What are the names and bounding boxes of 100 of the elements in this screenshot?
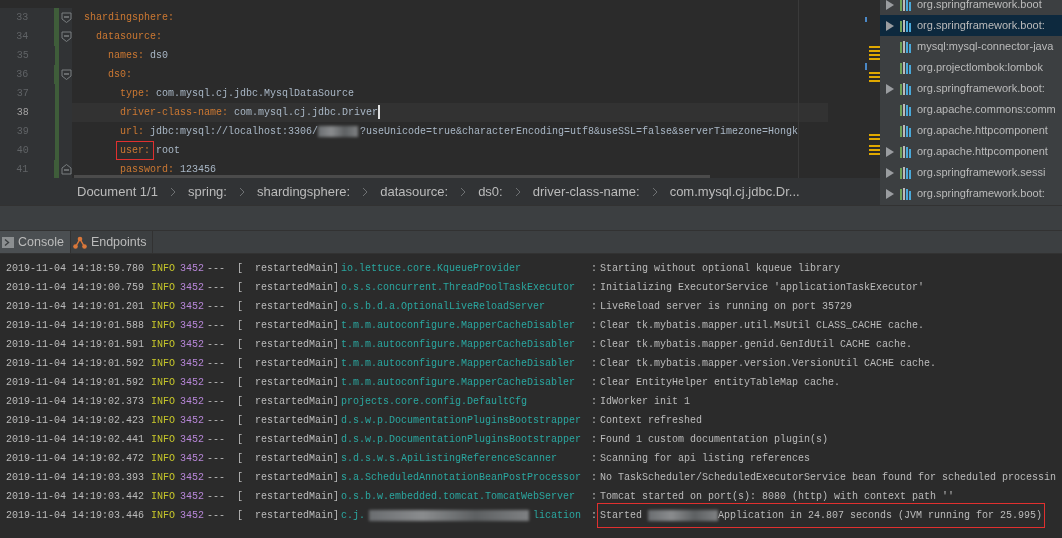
log-logger: t.m.m.autoconfigure.MapperCacheDisabler (341, 357, 576, 371)
yaml-value: jdbc:mysql://localhost:3306/ (150, 126, 319, 137)
log-colon: : (591, 452, 598, 466)
library-icon (900, 124, 913, 137)
yaml-value: com.mysql.cj.jdbc.MysqlDataSource (156, 88, 355, 99)
yaml-key: datasource: (96, 31, 162, 42)
log-colon: : (591, 300, 598, 314)
breadcrumb-item[interactable]: datasource: (380, 181, 449, 202)
dependency-item[interactable]: mysql:mysql-connector-java (880, 36, 1062, 57)
log-thread: [ restartedMain] (237, 357, 341, 371)
log-timestamp: 2019-11-04 14:19:01.591 (5, 338, 146, 352)
tool-tab[interactable]: Endpoints (70, 231, 154, 253)
expand-arrow-icon[interactable] (886, 83, 894, 94)
breadcrumb-item[interactable]: com.mysql.cj.jdbc.Dr... (669, 181, 800, 202)
log-separator: --- (207, 262, 226, 276)
log-thread: [ restartedMain] (237, 471, 341, 485)
log-logger: lication (533, 509, 582, 523)
fold-icon[interactable] (61, 31, 72, 42)
log-logger: t.m.m.autoconfigure.MapperCacheDisabler (341, 338, 576, 352)
log-colon: : (591, 433, 598, 447)
expand-arrow-icon[interactable] (886, 20, 894, 31)
breadcrumb-item[interactable]: Document 1/1 (77, 181, 158, 202)
dependency-item[interactable]: org.springframework.boot: (880, 15, 1062, 36)
breadcrumb-item[interactable]: ds0: (478, 181, 503, 202)
log-pid: 3452 (180, 471, 205, 485)
library-icon (900, 166, 913, 179)
log-pid: 3452 (180, 395, 205, 409)
log-colon: : (591, 509, 598, 523)
chevron-icon (651, 186, 658, 197)
fold-end-icon[interactable] (61, 164, 72, 175)
library-icon (900, 40, 913, 53)
log-level: INFO (151, 338, 176, 352)
log-pid: 3452 (180, 433, 205, 447)
log-timestamp: 2019-11-04 14:19:01.201 (5, 300, 146, 314)
log-colon: : (591, 395, 598, 409)
expand-arrow-icon[interactable] (886, 188, 894, 199)
dependency-item[interactable]: org.springframework.boot: (880, 183, 1062, 204)
log-message: Application in 24.807 seconds (JVM running for 25.995) (718, 509, 1043, 523)
log-level: INFO (151, 395, 176, 409)
dependency-item[interactable]: org.springframework.sessi (880, 162, 1062, 183)
log-level: INFO (151, 490, 176, 504)
log-colon: : (591, 338, 598, 352)
log-message: No TaskScheduler/ScheduledExecutorService bean found for scheduled processin (600, 471, 1057, 485)
library-icon (900, 82, 913, 95)
log-colon: : (591, 414, 598, 428)
dependency-item[interactable]: org.apache.httpcomponent (880, 120, 1062, 141)
log-separator: --- (207, 376, 226, 390)
fold-icon[interactable] (61, 12, 72, 23)
log-level: INFO (151, 357, 176, 371)
library-icon (900, 0, 913, 11)
expand-arrow-icon[interactable] (886, 0, 894, 10)
dependency-item[interactable]: org.springframework.boot (880, 0, 1062, 15)
log-thread: [ restartedMain] (237, 414, 341, 428)
log-logger: o.s.b.d.a.OptionalLiveReloadServer (341, 300, 546, 314)
log-message: Started (600, 509, 643, 523)
log-message: Clear tk.mybatis.mapper.version.VersionUtil CACHE cache. (600, 357, 937, 371)
breadcrumb-item[interactable]: spring: (187, 181, 227, 202)
dependency-item[interactable]: org.springframework.boot: (880, 78, 1062, 99)
log-logger: o.s.b.w.embedded.tomcat.TomcatWebServer (341, 490, 576, 504)
log-message: Scanning for api listing references (600, 452, 811, 466)
log-timestamp: 2019-11-04 14:19:02.472 (5, 452, 146, 466)
breadcrumb-item[interactable]: shardingsphere: (256, 181, 351, 202)
expand-arrow-icon[interactable] (886, 146, 894, 157)
log-colon: : (591, 376, 598, 390)
log-logger: t.m.m.autoconfigure.MapperCacheDisabler (341, 319, 576, 333)
log-message: Clear EntityHelper entityTableMap cache. (600, 376, 841, 390)
yaml-key: names: (108, 50, 144, 61)
breadcrumb-item[interactable]: driver-class-name: (532, 181, 640, 202)
log-separator: --- (207, 471, 226, 485)
fold-icon[interactable] (61, 69, 72, 80)
log-separator: --- (207, 395, 226, 409)
log-timestamp: 2019-11-04 14:19:03.393 (5, 471, 146, 485)
dependency-item[interactable]: org.projectlombok:lombok (880, 57, 1062, 78)
line-number: 38 (15, 106, 29, 120)
library-icon (900, 103, 913, 116)
dependency-item[interactable]: org.apache.commons:comm (880, 99, 1062, 120)
redaction-blur (318, 125, 359, 137)
log-message: Clear tk.mybatis.mapper.genid.GenIdUtil CACHE cache. (600, 338, 913, 352)
log-level: INFO (151, 509, 176, 523)
library-icon (900, 61, 913, 74)
log-separator: --- (207, 414, 226, 428)
log-timestamp: 2019-11-04 14:19:01.592 (5, 376, 146, 390)
chevron-icon (514, 186, 521, 197)
log-pid: 3452 (180, 357, 205, 371)
chevron-icon (238, 186, 245, 197)
log-colon: : (591, 490, 598, 504)
log-logger: t.m.m.autoconfigure.MapperCacheDisabler (341, 376, 576, 390)
expand-arrow-icon[interactable] (886, 167, 894, 178)
tool-tab[interactable]: Console (0, 231, 71, 253)
log-logger: c.j. (341, 509, 365, 523)
log-message: Found 1 custom documentation plugin(s) (600, 433, 829, 447)
log-colon: : (591, 319, 598, 333)
log-timestamp: 2019-11-04 14:19:01.588 (5, 319, 146, 333)
log-timestamp: 2019-11-04 14:19:00.759 (5, 281, 146, 295)
library-icon (900, 187, 913, 200)
log-level: INFO (151, 319, 176, 333)
log-thread: [ restartedMain] (237, 281, 341, 295)
log-pid: 3452 (180, 414, 205, 428)
dependency-item[interactable]: org.apache.httpcomponent (880, 141, 1062, 162)
log-logger: d.s.w.p.DocumentationPluginsBootstrapper (341, 414, 582, 428)
